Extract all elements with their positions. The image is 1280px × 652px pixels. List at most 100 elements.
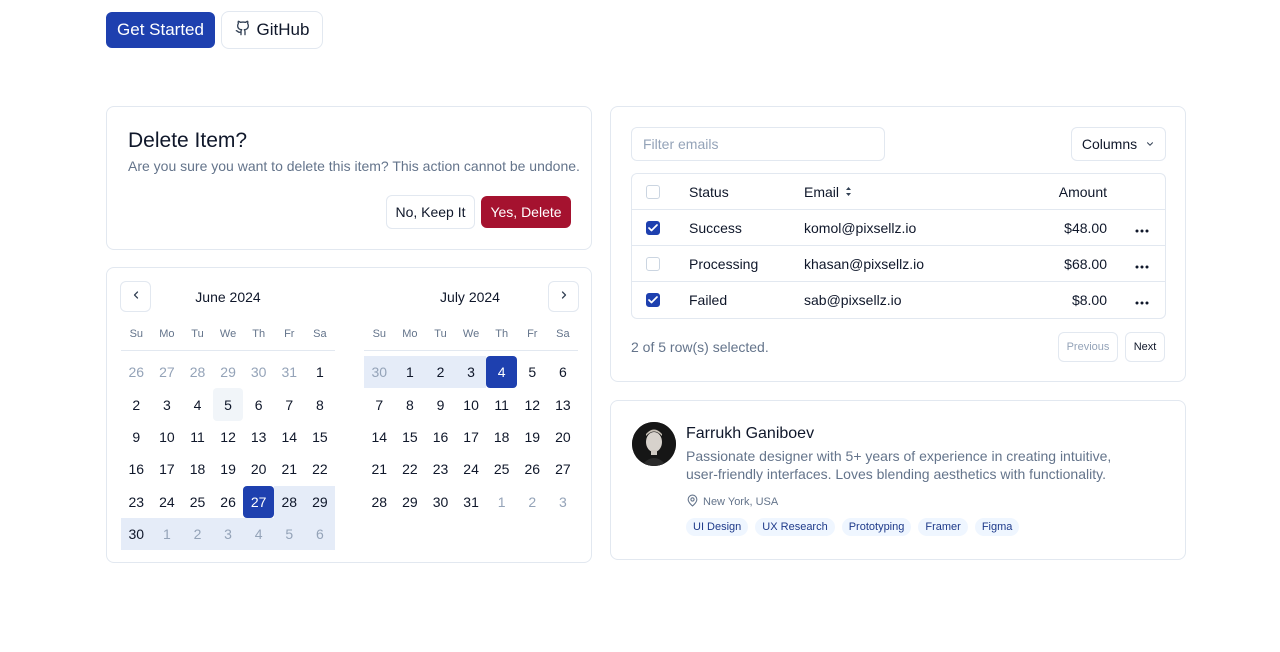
- calendar-day[interactable]: 2: [121, 388, 152, 420]
- calendar-day[interactable]: 23: [121, 486, 152, 518]
- calendar-day[interactable]: 19: [213, 453, 244, 485]
- github-label: GitHub: [256, 20, 310, 39]
- calendar-day[interactable]: 19: [517, 421, 548, 453]
- calendar-day[interactable]: 6: [548, 356, 579, 388]
- calendar-day[interactable]: 31: [274, 356, 305, 388]
- calendar-day[interactable]: 6: [304, 517, 336, 551]
- calendar-day[interactable]: 1: [394, 356, 426, 389]
- calendar-day[interactable]: 29: [304, 485, 336, 518]
- calendar-day[interactable]: 12: [517, 388, 548, 420]
- weekday-header-july: Su Mo Tu We Th Fr Sa: [364, 324, 578, 344]
- calendar-day[interactable]: 15: [395, 421, 426, 453]
- row-checkbox[interactable]: [646, 257, 660, 271]
- columns-button[interactable]: Columns: [1071, 127, 1166, 161]
- calendar-day[interactable]: 11: [182, 421, 213, 453]
- row-actions-button[interactable]: [1132, 210, 1152, 246]
- calendar-day[interactable]: 27: [243, 485, 274, 518]
- data-table-card: Filter emails Columns Status Email Amoun…: [610, 106, 1186, 382]
- calendar-day[interactable]: 14: [274, 421, 305, 453]
- calendar-day[interactable]: 27: [152, 356, 183, 388]
- calendar-day[interactable]: 5: [517, 356, 548, 388]
- calendar-day[interactable]: 16: [121, 453, 152, 485]
- calendar-day[interactable]: 30: [364, 356, 395, 389]
- calendar-day[interactable]: 24: [456, 453, 487, 485]
- github-button[interactable]: GitHub: [221, 11, 323, 49]
- filter-emails-input[interactable]: Filter emails: [631, 127, 885, 161]
- previous-page-button[interactable]: Previous: [1058, 332, 1118, 362]
- calendar-day[interactable]: 21: [364, 453, 395, 485]
- calendar-day[interactable]: 8: [395, 388, 426, 420]
- calendar-day[interactable]: 22: [305, 453, 336, 485]
- calendar-day[interactable]: 5: [212, 388, 244, 421]
- calendar-day[interactable]: 27: [548, 453, 579, 485]
- weekday-label: Fr: [527, 328, 538, 340]
- calendar-day[interactable]: 30: [425, 486, 456, 518]
- calendar-day[interactable]: 1: [151, 517, 183, 551]
- calendar-day[interactable]: 8: [305, 388, 336, 420]
- calendar-day[interactable]: 30: [121, 517, 152, 551]
- row-checkbox[interactable]: [646, 293, 660, 307]
- calendar-day[interactable]: 28: [364, 486, 395, 518]
- calendar-day[interactable]: 30: [243, 356, 274, 388]
- calendar-day[interactable]: 25: [486, 453, 517, 485]
- calendar-day[interactable]: 1: [305, 356, 336, 388]
- select-all-checkbox[interactable]: [646, 185, 660, 199]
- row-checkbox[interactable]: [646, 221, 660, 235]
- calendar-day[interactable]: 21: [274, 453, 305, 485]
- calendar-day[interactable]: 2: [182, 517, 213, 551]
- calendar-day[interactable]: 20: [548, 421, 579, 453]
- next-page-button[interactable]: Next: [1125, 332, 1165, 362]
- calendar-day[interactable]: 4: [486, 356, 517, 389]
- calendar-day[interactable]: 15: [305, 421, 336, 453]
- previous-month-button[interactable]: [120, 281, 151, 312]
- calendar-day[interactable]: 28: [182, 356, 213, 388]
- calendar-day[interactable]: 14: [364, 421, 395, 453]
- calendar-day[interactable]: 3: [212, 517, 244, 551]
- calendar-day[interactable]: 10: [152, 421, 183, 453]
- calendar-day[interactable]: 22: [395, 453, 426, 485]
- calendar-day[interactable]: 26: [213, 486, 244, 518]
- calendar-day[interactable]: 16: [425, 421, 456, 453]
- calendar-day[interactable]: 17: [152, 453, 183, 485]
- calendar-day[interactable]: 24: [152, 486, 183, 518]
- calendar-day[interactable]: 5: [273, 517, 305, 551]
- calendar-day[interactable]: 29: [213, 356, 244, 388]
- calendar-day[interactable]: 18: [182, 453, 213, 485]
- calendar-day[interactable]: 17: [456, 421, 487, 453]
- calendar-day[interactable]: 25: [182, 486, 213, 518]
- calendar-day[interactable]: 2: [425, 356, 456, 389]
- calendar-day[interactable]: 4: [182, 388, 213, 420]
- keep-button[interactable]: No, Keep It: [386, 195, 475, 229]
- calendar-day[interactable]: 13: [243, 421, 274, 453]
- calendar-day[interactable]: 28: [273, 485, 305, 518]
- calendar-day[interactable]: 13: [548, 388, 579, 420]
- calendar-day[interactable]: 1: [486, 486, 517, 518]
- calendar-day[interactable]: 11: [486, 388, 517, 420]
- calendar-day[interactable]: 26: [517, 453, 548, 485]
- calendar-day[interactable]: 2: [517, 486, 548, 518]
- month-grid-july: 30 1 2 3 4 5 6 7 8 9 10 11 12 13 14 15 16 17 18 19 20 21 22 23 2…: [364, 356, 578, 518]
- row-actions-button[interactable]: [1132, 282, 1152, 318]
- calendar-day[interactable]: 3: [548, 486, 579, 518]
- calendar-day[interactable]: 31: [456, 486, 487, 518]
- calendar-day[interactable]: 29: [395, 486, 426, 518]
- calendar-day[interactable]: 26: [121, 356, 152, 388]
- calendar-day[interactable]: 4: [243, 517, 274, 551]
- calendar-day[interactable]: 9: [121, 421, 152, 453]
- calendar-day[interactable]: 7: [364, 388, 395, 420]
- calendar-day[interactable]: 20: [243, 453, 274, 485]
- email-sort-header[interactable]: Email: [804, 174, 853, 210]
- calendar-day[interactable]: 18: [486, 421, 517, 453]
- calendar-day[interactable]: 6: [243, 388, 274, 420]
- get-started-button[interactable]: Get Started: [106, 12, 215, 48]
- calendar-day[interactable]: 23: [425, 453, 456, 485]
- calendar-day[interactable]: 10: [456, 388, 487, 420]
- row-actions-button[interactable]: [1132, 246, 1152, 282]
- calendar-day[interactable]: 7: [274, 388, 305, 420]
- delete-button[interactable]: Yes, Delete: [481, 196, 571, 228]
- calendar-day[interactable]: 3: [455, 356, 487, 389]
- calendar-day[interactable]: 9: [425, 388, 456, 420]
- calendar-day[interactable]: 12: [213, 421, 244, 453]
- next-month-button[interactable]: [548, 281, 579, 312]
- calendar-day[interactable]: 3: [152, 388, 183, 420]
